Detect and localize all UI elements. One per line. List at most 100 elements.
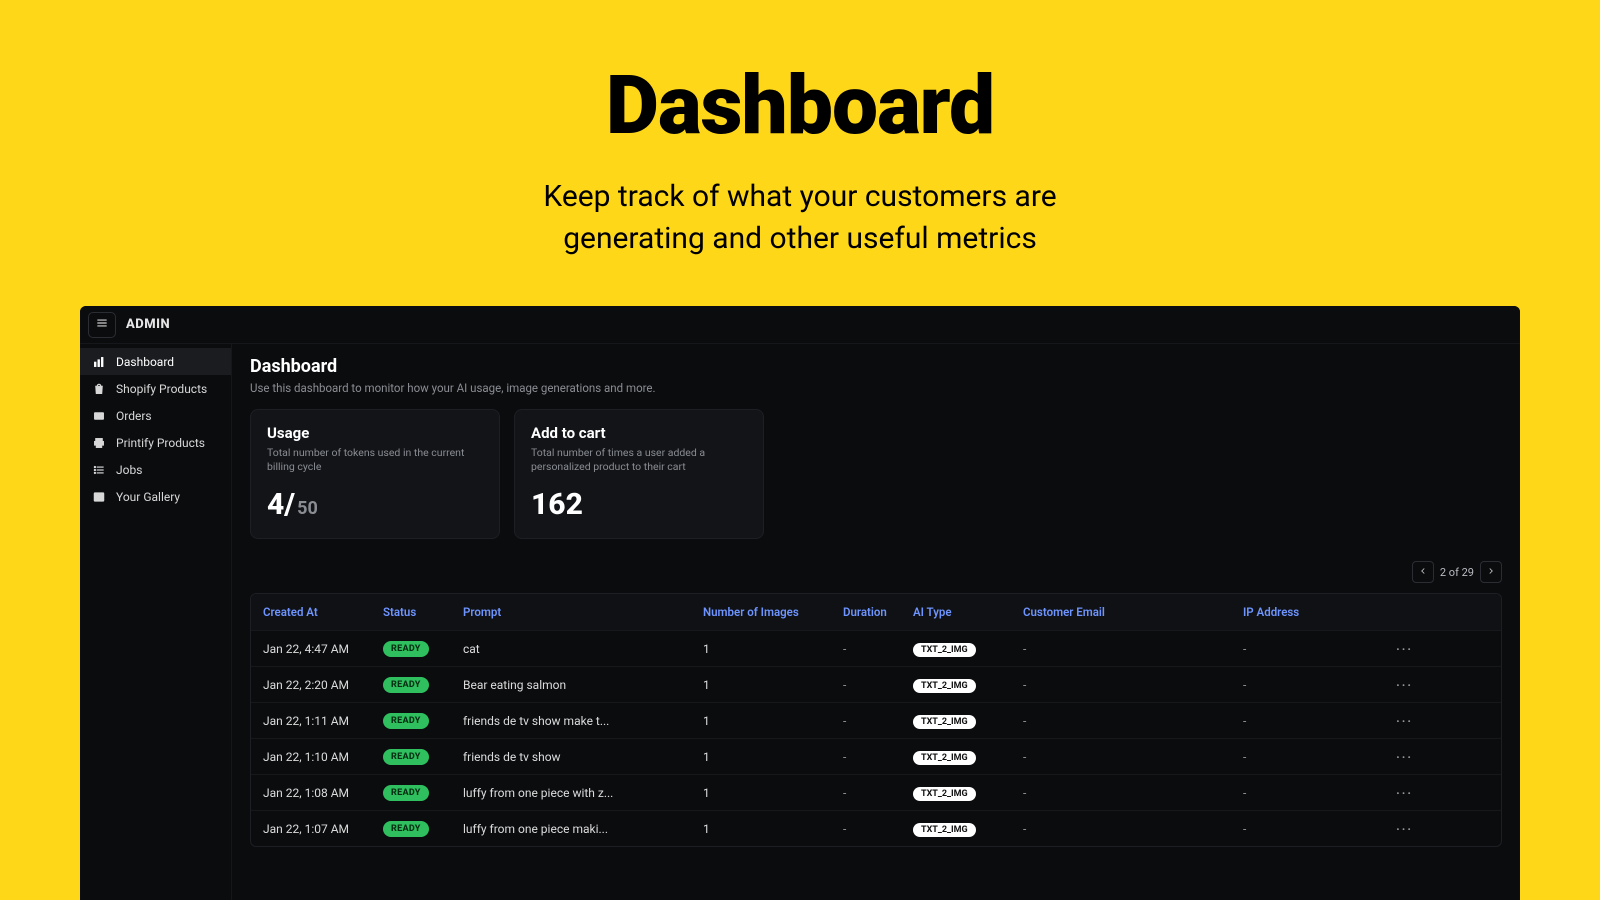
page-prev-button[interactable] — [1412, 561, 1434, 583]
ai-type-badge: TXT_2_IMG — [913, 643, 976, 657]
ai-type-badge: TXT_2_IMG — [913, 679, 976, 693]
cell-status: READY — [383, 676, 463, 693]
row-actions-button[interactable]: ··· — [1396, 642, 1413, 656]
column-header[interactable]: Number of Images — [703, 605, 843, 619]
app-window: ADMIN Dashboard Shopify Products Orders Pri… — [80, 306, 1520, 900]
column-header[interactable]: Prompt — [463, 605, 703, 619]
sidebar-item-orders[interactable]: Orders — [80, 402, 231, 429]
cell-ip-address: - — [1243, 750, 1363, 764]
cell-ai-type: TXT_2_IMG — [913, 713, 1023, 729]
cell-ai-type: TXT_2_IMG — [913, 749, 1023, 765]
column-header[interactable]: Customer Email — [1023, 605, 1243, 619]
table-row[interactable]: Jan 22, 2:20 AMREADYBear eating salmon1-… — [251, 666, 1501, 702]
chevron-left-icon — [1418, 566, 1428, 579]
cell-num-images: 1 — [703, 714, 843, 728]
print-icon — [92, 436, 106, 450]
usage-card-subtitle: Total number of tokens used in the curre… — [267, 446, 483, 473]
cell-customer-email: - — [1023, 714, 1243, 728]
row-actions-button[interactable]: ··· — [1396, 822, 1413, 836]
page-title: Dashboard — [250, 356, 1502, 377]
column-header[interactable]: Created At — [263, 605, 383, 619]
sidebar-item-dashboard[interactable]: Dashboard — [80, 348, 231, 375]
cell-created-at: Jan 22, 4:47 AM — [263, 642, 383, 656]
cell-num-images: 1 — [703, 786, 843, 800]
row-actions-button[interactable]: ··· — [1396, 678, 1413, 692]
list-icon — [92, 463, 106, 477]
cell-ip-address: - — [1243, 678, 1363, 692]
table-row[interactable]: Jan 22, 1:11 AMREADY friends de tv show m… — [251, 702, 1501, 738]
usage-card: Usage Total number of tokens used in the… — [250, 409, 500, 539]
cell-duration: - — [843, 678, 913, 692]
sidebar-item-label: Jobs — [116, 463, 142, 477]
page-next-button[interactable] — [1480, 561, 1502, 583]
sidebar-item-label: Shopify Products — [116, 382, 207, 396]
cell-ip-address: - — [1243, 642, 1363, 656]
row-actions-button[interactable]: ··· — [1396, 750, 1413, 764]
cell-customer-email: - — [1023, 750, 1243, 764]
cell-created-at: Jan 22, 1:10 AM — [263, 750, 383, 764]
cell-duration: - — [843, 786, 913, 800]
cell-prompt: Bear eating salmon — [463, 678, 703, 692]
table-row[interactable]: Jan 22, 1:07 AMREADYluffy from one piece… — [251, 810, 1501, 846]
metric-cards: Usage Total number of tokens used in the… — [250, 409, 1502, 539]
ai-type-badge: TXT_2_IMG — [913, 751, 976, 765]
cell-prompt: friends de tv show — [463, 750, 703, 764]
row-actions-button[interactable]: ··· — [1396, 714, 1413, 728]
hero-subtitle-line2: generating and other useful metrics — [563, 221, 1037, 256]
cell-ai-type: TXT_2_IMG — [913, 641, 1023, 657]
image-icon — [92, 490, 106, 504]
cell-prompt: cat — [463, 642, 703, 656]
cell-ip-address: - — [1243, 786, 1363, 800]
column-header[interactable]: AI Type — [913, 605, 1023, 619]
cell-status: READY — [383, 820, 463, 837]
sidebar-item-jobs[interactable]: Jobs — [80, 456, 231, 483]
table-header: Created AtStatusPromptNumber of ImagesDu… — [251, 594, 1501, 630]
topbar: ADMIN — [80, 306, 1520, 344]
cell-created-at: Jan 22, 1:07 AM — [263, 822, 383, 836]
table-row[interactable]: Jan 22, 1:10 AMREADYfriends de tv show1-… — [251, 738, 1501, 774]
cell-customer-email: - — [1023, 642, 1243, 656]
hero-subtitle: Keep track of what your customers are ge… — [0, 176, 1600, 260]
cell-prompt: luffy from one piece with z... — [463, 786, 703, 800]
cell-status: READY — [383, 748, 463, 765]
sidebar-item-your-gallery[interactable]: Your Gallery — [80, 483, 231, 510]
cell-created-at: Jan 22, 1:11 AM — [263, 714, 383, 728]
status-badge: READY — [383, 713, 429, 729]
column-header[interactable]: IP Address — [1243, 605, 1363, 619]
column-header[interactable]: Duration — [843, 605, 913, 619]
cell-customer-email: - — [1023, 678, 1243, 692]
generations-table: Created AtStatusPromptNumber of ImagesDu… — [250, 593, 1502, 847]
sidebar: Dashboard Shopify Products Orders Printify … — [80, 344, 232, 900]
cell-prompt: friends de tv show make t... — [463, 714, 703, 728]
cell-num-images: 1 — [703, 642, 843, 656]
sidebar-item-shopify-products[interactable]: Shopify Products — [80, 375, 231, 402]
column-header[interactable]: Status — [383, 605, 463, 619]
cell-status: READY — [383, 784, 463, 801]
cell-duration: - — [843, 822, 913, 836]
sidebar-item-printify-products[interactable]: Printify Products — [80, 429, 231, 456]
addtocart-card-value: 162 — [531, 487, 747, 522]
bag-icon — [92, 382, 106, 396]
cell-ai-type: TXT_2_IMG — [913, 677, 1023, 693]
ai-type-badge: TXT_2_IMG — [913, 787, 976, 801]
table-row[interactable]: Jan 22, 1:08 AMREADYluffy from one piece… — [251, 774, 1501, 810]
addtocart-card-title: Add to cart — [531, 424, 747, 442]
sidebar-item-label: Printify Products — [116, 436, 205, 450]
status-badge: READY — [383, 785, 429, 801]
hero-title: Dashboard — [0, 58, 1600, 154]
cell-ip-address: - — [1243, 714, 1363, 728]
usage-value-numerator: 4/ — [267, 487, 295, 522]
menu-toggle-button[interactable] — [88, 312, 116, 338]
cell-status: READY — [383, 712, 463, 729]
usage-card-value: 4/50 — [267, 487, 483, 522]
table-row[interactable]: Jan 22, 4:47 AMREADYcat1-TXT_2_IMG--··· — [251, 630, 1501, 666]
chevron-right-icon — [1486, 566, 1496, 579]
cell-customer-email: - — [1023, 822, 1243, 836]
addtocart-card: Add to cart Total number of times a user… — [514, 409, 764, 539]
usage-card-title: Usage — [267, 424, 483, 442]
usage-value-denominator: 50 — [297, 498, 318, 519]
row-actions-button[interactable]: ··· — [1396, 786, 1413, 800]
cell-ip-address: - — [1243, 822, 1363, 836]
box-icon — [92, 409, 106, 423]
cell-created-at: Jan 22, 2:20 AM — [263, 678, 383, 692]
